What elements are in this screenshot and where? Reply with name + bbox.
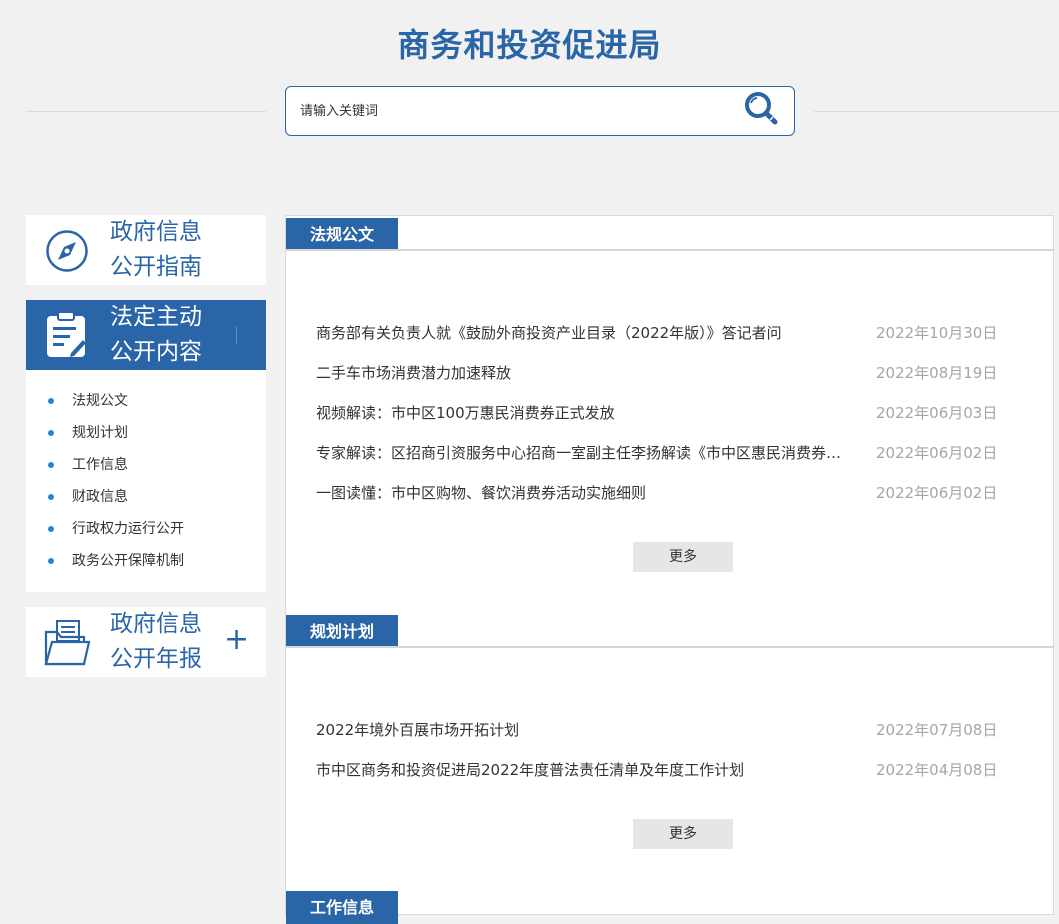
header-divider-right xyxy=(814,111,1059,112)
item-title: 一图读懂：市中区购物、餐饮消费券活动实施细则 xyxy=(316,484,647,502)
list-item[interactable]: 一图读懂：市中区购物、餐饮消费券活动实施细则 2022年06月02日 xyxy=(316,481,1016,505)
search-magnifier-icon xyxy=(745,92,778,125)
sidebar-annual-card[interactable]: 政府信息 公开年报 + xyxy=(26,607,266,677)
clipboard-icon xyxy=(47,311,86,357)
item-date: 2022年06月03日 xyxy=(876,404,998,422)
bullet-icon xyxy=(48,462,54,468)
search-button[interactable] xyxy=(742,90,782,130)
section-tab-regulations[interactable]: 法规公文 xyxy=(286,218,398,251)
bullet-icon xyxy=(48,494,54,500)
item-date: 2022年06月02日 xyxy=(876,484,998,502)
item-date: 2022年06月02日 xyxy=(876,444,998,462)
sidebar-content-card[interactable]: 法定主动 公开内容 xyxy=(26,300,266,370)
bullet-icon xyxy=(48,526,54,532)
submenu-item-admin-power[interactable]: 行政权力运行公开 xyxy=(26,518,266,550)
bullet-icon xyxy=(48,558,54,564)
submenu-item-finance[interactable]: 财政信息 xyxy=(26,486,266,518)
section-tab-planning[interactable]: 规划计划 xyxy=(286,615,398,648)
item-title: 市中区商务和投资促进局2022年度普法责任清单及年度工作计划 xyxy=(316,761,745,779)
list-item[interactable]: 专家解读：区招商引资服务中心招商一室副主任李扬解读《市中区惠民消费券活动实施细则… xyxy=(316,441,1016,465)
item-date: 2022年04月08日 xyxy=(876,761,998,779)
folder-icon xyxy=(44,620,90,666)
bullet-icon xyxy=(48,398,54,404)
item-title: 视频解读：市中区100万惠民消费券正式发放 xyxy=(316,404,615,422)
sidebar-submenu: 法规公文 规划计划 工作信息 财政信息 行政权力运行公开 政务公开保障机制 xyxy=(26,370,266,592)
bullet-icon xyxy=(48,430,54,436)
main-content-panel: 法规公文 商务部有关负责人就《鼓励外商投资产业目录（2022年版）》答记者问 2… xyxy=(285,215,1054,924)
more-button-regulations[interactable]: 更多 xyxy=(633,542,733,572)
item-title: 专家解读：区招商引资服务中心招商一室副主任李扬解读《市中区惠民消费券活动实施细则… xyxy=(316,444,846,462)
item-title: 2022年境外百展市场开拓计划 xyxy=(316,721,520,739)
list-item[interactable]: 二手车市场消费潜力加速释放 2022年08月19日 xyxy=(316,361,1016,385)
item-date: 2022年08月19日 xyxy=(876,364,998,382)
page-title: 商务和投资促进局 xyxy=(397,26,662,64)
submenu-item-regulations[interactable]: 法规公文 xyxy=(26,390,266,422)
section-divider xyxy=(286,646,1053,648)
item-title: 二手车市场消费潜力加速释放 xyxy=(316,364,512,382)
list-item[interactable]: 市中区商务和投资促进局2022年度普法责任清单及年度工作计划 2022年04月0… xyxy=(316,758,1016,782)
section-divider xyxy=(286,249,1053,251)
sidebar-annual-title: 政府信息 公开年报 xyxy=(110,611,202,672)
search-box xyxy=(285,86,795,136)
divider-tick xyxy=(236,326,237,344)
compass-icon xyxy=(46,230,88,272)
sidebar-guide-title: 政府信息 公开指南 xyxy=(110,219,202,280)
section-tab-work-info[interactable]: 工作信息 xyxy=(286,891,398,924)
sidebar-content-title: 法定主动 公开内容 xyxy=(110,304,202,365)
sidebar-guide-card[interactable]: 政府信息 公开指南 xyxy=(26,215,266,285)
header-divider-left xyxy=(26,111,266,112)
list-item[interactable]: 商务部有关负责人就《鼓励外商投资产业目录（2022年版）》答记者问 2022年1… xyxy=(316,321,1016,345)
submenu-item-planning[interactable]: 规划计划 xyxy=(26,422,266,454)
list-item[interactable]: 2022年境外百展市场开拓计划 2022年07月08日 xyxy=(316,718,1016,742)
item-date: 2022年07月08日 xyxy=(876,721,998,739)
submenu-item-work-info[interactable]: 工作信息 xyxy=(26,454,266,486)
expand-plus-icon[interactable]: + xyxy=(224,625,249,655)
list-item[interactable]: 视频解读：市中区100万惠民消费券正式发放 2022年06月03日 xyxy=(316,401,1016,425)
search-input[interactable] xyxy=(300,99,730,123)
item-date: 2022年10月30日 xyxy=(876,324,998,342)
item-title: 商务部有关负责人就《鼓励外商投资产业目录（2022年版）》答记者问 xyxy=(316,324,782,342)
more-button-planning[interactable]: 更多 xyxy=(633,819,733,849)
submenu-item-guarantee[interactable]: 政务公开保障机制 xyxy=(26,550,266,582)
